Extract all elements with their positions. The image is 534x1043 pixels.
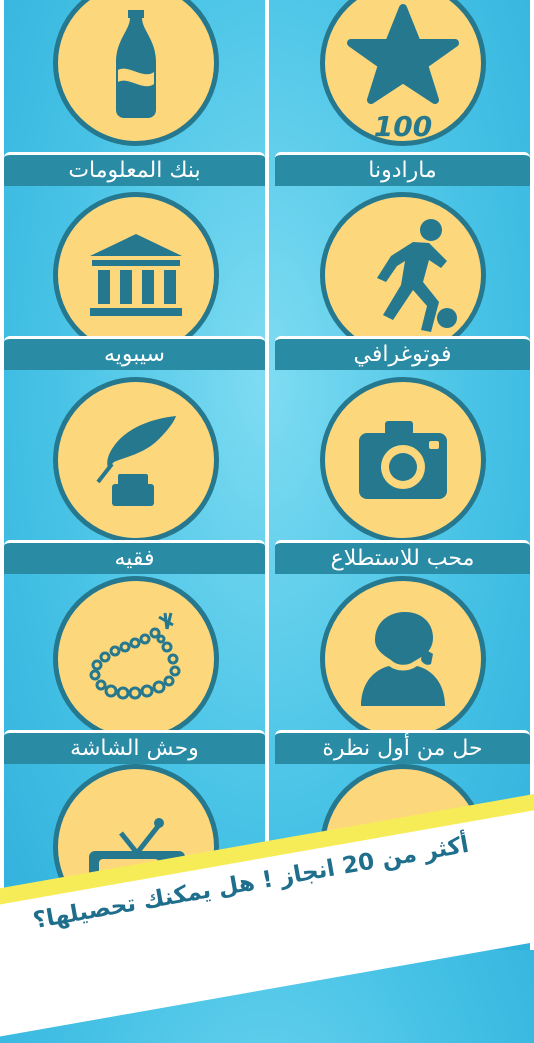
achievement-card-bank[interactable] <box>4 190 267 358</box>
achievement-badge: 100 <box>319 0 486 146</box>
prayer-beads-icon <box>89 612 180 700</box>
detective-icon <box>360 612 445 706</box>
achievement-label: وحش الشاشة <box>4 730 265 764</box>
achievement-badge <box>319 377 486 543</box>
achievement-badge <box>52 576 219 742</box>
achievement-card-quill[interactable] <box>4 372 267 543</box>
achievement-label: بنك المعلومات <box>4 152 265 186</box>
bank-icon <box>89 234 182 316</box>
soccer-player-icon <box>376 219 457 332</box>
achievement-label: فقيه <box>4 540 265 574</box>
achievement-label: سيبويه <box>4 336 265 370</box>
achievement-badge <box>319 576 486 742</box>
achievement-label: محب للاستطلاع <box>275 540 530 574</box>
achievement-card-star[interactable]: 100 <box>271 0 534 150</box>
achievement-card-bottle[interactable] <box>4 0 267 150</box>
achievement-badge <box>52 192 219 358</box>
achievement-badge <box>319 192 486 358</box>
achievement-label: فوتوغرافي <box>275 336 530 370</box>
achievement-label: حل من أول نظرة <box>275 730 530 764</box>
achievement-badge <box>52 377 219 543</box>
star-number: 100 <box>373 110 431 138</box>
star-100-icon: 100 <box>346 4 459 138</box>
camera-icon <box>358 421 447 499</box>
quill-inkpot-icon <box>95 416 176 506</box>
achievement-card-soccer[interactable] <box>271 190 534 358</box>
bottle-icon <box>115 10 156 118</box>
achievement-label: مارادونا <box>275 152 530 186</box>
achievement-badge <box>52 0 219 146</box>
achievement-card-camera[interactable] <box>271 372 534 543</box>
achievement-card-beads[interactable] <box>4 576 267 742</box>
achievement-card-detective[interactable] <box>271 576 534 742</box>
